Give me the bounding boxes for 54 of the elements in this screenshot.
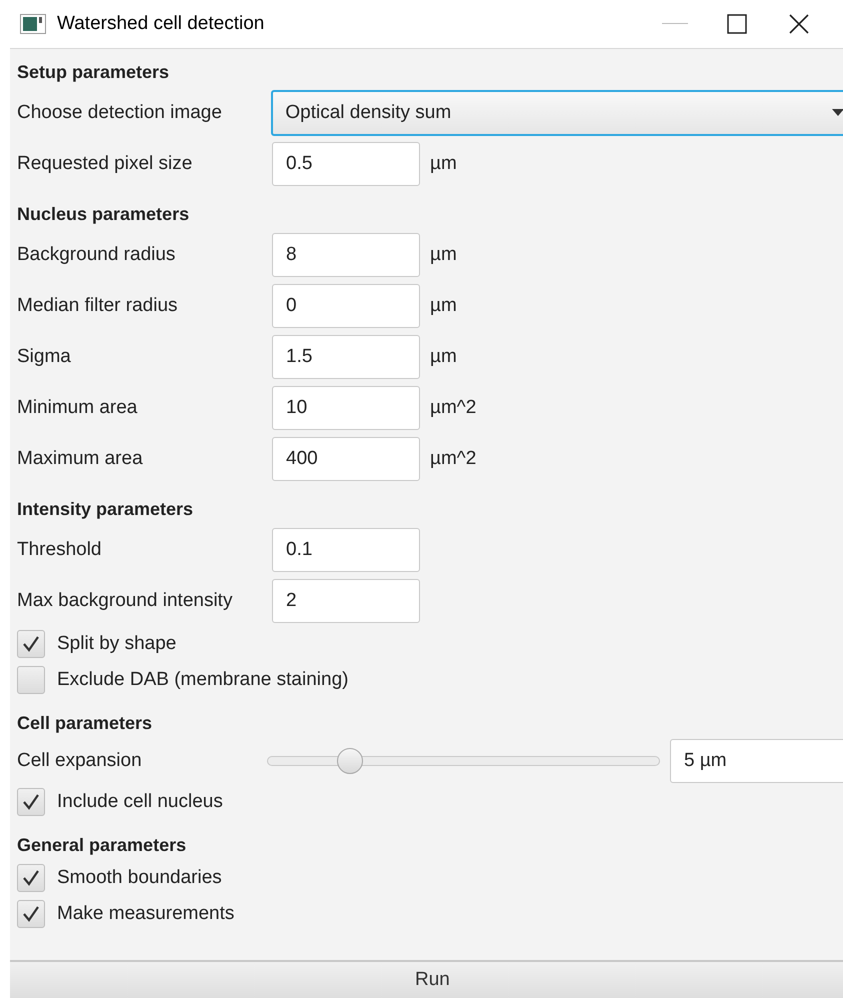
checkbox-label: Make measurements — [57, 903, 234, 925]
input-field[interactable]: 10 — [272, 386, 420, 430]
unit-label: µm^2 — [430, 396, 476, 418]
field-label: Requested pixel size — [17, 152, 194, 174]
check-icon — [22, 636, 40, 652]
unit-label: µm^2 — [430, 448, 476, 470]
field-label: Maximum area — [17, 448, 144, 470]
field-label: Max background intensity — [17, 590, 234, 612]
checkbox[interactable] — [17, 788, 45, 816]
unit-label: µm — [430, 152, 457, 174]
run-button[interactable]: Run — [10, 960, 843, 998]
check-icon — [22, 870, 40, 886]
field-label: Background radius — [17, 244, 176, 266]
unit-label: µm — [430, 346, 457, 368]
input-field[interactable]: 0.5 — [272, 142, 420, 186]
input-field[interactable]: 400 — [272, 436, 420, 480]
section-heading: Setup parameters — [17, 61, 170, 84]
caret-icon — [832, 109, 843, 116]
input-field[interactable]: 0.1 — [272, 528, 420, 572]
unit-label: µm — [430, 244, 457, 266]
check-icon — [22, 794, 40, 810]
checkbox-label: Smooth boundaries — [57, 867, 222, 889]
checkbox-label: Exclude DAB (membrane staining) — [57, 669, 348, 691]
maximize-icon — [727, 14, 747, 34]
field-label: Median filter radius — [17, 294, 179, 316]
checkbox[interactable] — [17, 900, 45, 928]
input-field[interactable]: 5 µm — [670, 739, 843, 783]
checkbox-label: Split by shape — [57, 633, 176, 655]
image-dropdown[interactable]: Optical density sum — [271, 90, 843, 136]
unit-label: µm — [430, 294, 457, 316]
section-heading: General parameters — [17, 834, 188, 857]
minimize-icon — [662, 23, 688, 25]
field-label: Sigma — [17, 346, 72, 368]
window-title: Watershed cell detection — [57, 13, 264, 35]
close-icon — [789, 14, 809, 34]
input-field[interactable]: 1.5 — [272, 334, 420, 378]
input-field[interactable]: 2 — [272, 578, 420, 622]
slider[interactable] — [267, 748, 660, 774]
field-label: Minimum area — [17, 396, 138, 418]
check-icon — [22, 906, 40, 922]
section-heading: Nucleus parameters — [17, 203, 190, 226]
checkbox[interactable] — [17, 864, 45, 892]
field-label: Threshold — [17, 538, 102, 560]
input-field[interactable]: 8 — [272, 232, 420, 276]
section-heading: Intensity parameters — [17, 498, 194, 521]
checkbox-label: Include cell nucleus — [57, 791, 223, 813]
section-heading: Cell parameters — [17, 712, 154, 735]
slider-thumb[interactable] — [336, 748, 363, 774]
checkbox[interactable] — [17, 630, 45, 658]
app-icon — [20, 14, 46, 34]
field-label: Choose detection image — [17, 102, 223, 124]
checkbox[interactable] — [17, 666, 45, 694]
input-field[interactable]: 0 — [272, 284, 420, 328]
slider-label: Cell expansion — [17, 750, 143, 772]
